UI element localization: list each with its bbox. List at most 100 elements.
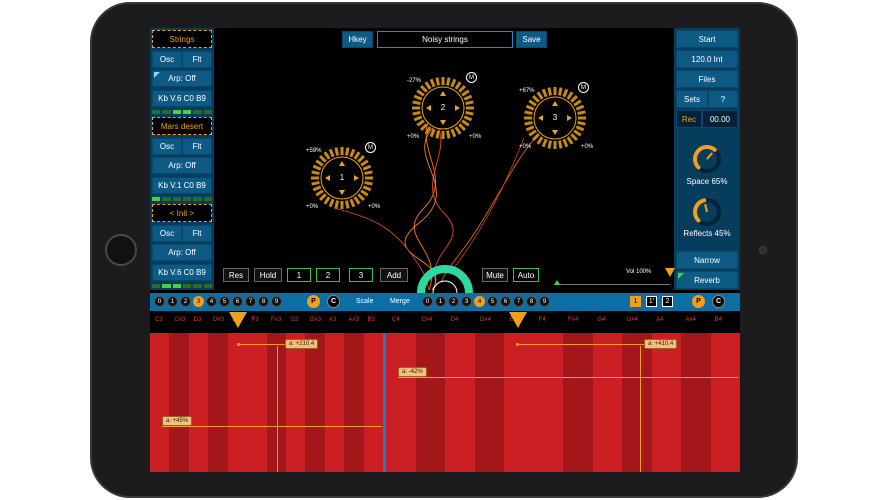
scale-note-left-notes-2[interactable]: 2 — [180, 296, 191, 307]
scale-note-right-notes-3[interactable]: 3 — [461, 296, 472, 307]
scale-note-right-notes-7[interactable]: 7 — [513, 296, 524, 307]
octave-marker-right-icon[interactable] — [509, 312, 527, 328]
key-C3[interactable] — [150, 333, 170, 472]
keyboard-right[interactable] — [386, 333, 740, 472]
scale-note-left-notes-1[interactable]: 1 — [167, 296, 178, 307]
key-B4[interactable] — [710, 333, 740, 472]
voice-2-button[interactable]: 2 — [316, 268, 340, 282]
key-G3[interactable] — [285, 333, 306, 472]
scale-note-left-notes-0[interactable]: 0 — [154, 296, 165, 307]
voice-1[interactable]: 1 — [310, 146, 374, 210]
scale-note-left-notes-7[interactable]: 7 — [245, 296, 256, 307]
space-knob[interactable] — [691, 143, 723, 175]
narrow-button[interactable]: Narrow — [676, 251, 738, 269]
osc-button-3[interactable]: Osc — [152, 225, 182, 242]
scale-note-left-notes-8[interactable]: 8 — [258, 296, 269, 307]
key-E4[interactable] — [504, 333, 534, 472]
mute-button[interactable]: Mute — [482, 268, 508, 282]
voice-id: 3 — [552, 113, 558, 122]
key-F3[interactable] — [247, 333, 267, 472]
scale-note-right-notes-5[interactable]: 5 — [487, 296, 498, 307]
files-button[interactable]: Files — [676, 70, 738, 88]
arp-button-1[interactable]: Arp: Off — [152, 70, 212, 87]
key-F4[interactable] — [533, 333, 563, 472]
scale-note-right-notes-6[interactable]: 6 — [500, 296, 511, 307]
voice-2[interactable]: 2 — [411, 76, 475, 140]
voice-1-m-button[interactable]: M — [365, 142, 376, 153]
key-C4[interactable] — [386, 333, 416, 472]
voice-3-button[interactable]: 3 — [349, 268, 373, 282]
key-Asharp3[interactable] — [344, 333, 364, 472]
voice-1-button[interactable]: 1 — [287, 268, 311, 282]
voice-3[interactable]: 3 — [523, 86, 587, 150]
auto-button[interactable]: Auto — [513, 268, 539, 282]
scale-note-right-notes-8[interactable]: 8 — [526, 296, 537, 307]
group-name-mars-desert[interactable]: Mars desert — [152, 117, 212, 135]
osc-button-2[interactable]: Osc — [152, 138, 182, 155]
scale-note-right-notes-2[interactable]: 2 — [448, 296, 459, 307]
scale-note-right-notes-4[interactable]: 4 — [474, 296, 485, 307]
key-Gsharp3[interactable] — [305, 333, 325, 472]
scale-note-left-notes-3[interactable]: 3 — [193, 296, 204, 307]
rec-button[interactable]: Rec — [676, 110, 702, 128]
voice-2-m-button[interactable]: M — [466, 72, 477, 83]
scale-note-right-notes-0[interactable]: 0 — [422, 296, 433, 307]
flt-button-2[interactable]: Flt — [182, 138, 212, 155]
kb-button-2[interactable]: Kb V.1 C0 B9 — [152, 177, 212, 194]
kb-button-3[interactable]: Kb V.6 C0 B9 — [152, 264, 212, 281]
key-B3[interactable] — [363, 333, 384, 472]
sets-button[interactable]: Sets — [676, 90, 708, 108]
arp-button-3[interactable]: Arp: Off — [152, 244, 212, 261]
start-button[interactable]: Start — [676, 30, 738, 48]
p-button-left[interactable]: P — [307, 295, 320, 308]
key-Asharp4[interactable] — [681, 333, 711, 472]
key-A4[interactable] — [651, 333, 681, 472]
keyboard-left[interactable] — [150, 333, 384, 472]
group-name-init[interactable]: < Init > — [152, 204, 212, 222]
scale-note-right-notes-9[interactable]: 9 — [539, 296, 550, 307]
c-button-left[interactable]: C — [327, 295, 340, 308]
key-Gsharp4[interactable] — [622, 333, 652, 472]
key-Dsharp3[interactable] — [208, 333, 228, 472]
c-button-right[interactable]: C — [712, 295, 725, 308]
scale-note-left-notes-6[interactable]: 6 — [232, 296, 243, 307]
arp-button-2[interactable]: Arp: Off — [152, 157, 212, 174]
res-button[interactable]: Res — [223, 268, 249, 282]
scale-label[interactable]: Scale — [356, 298, 374, 305]
box-2[interactable]: 2 — [662, 296, 673, 307]
osc-button-1[interactable]: Osc — [152, 51, 182, 68]
help-button[interactable]: ? — [708, 90, 738, 108]
volume-slider-track[interactable] — [554, 284, 670, 285]
key-D4[interactable] — [445, 333, 475, 472]
note-name: D#3 — [213, 317, 225, 323]
reverb-button[interactable]: Reverb — [676, 271, 738, 289]
home-button[interactable] — [105, 234, 137, 266]
key-G4[interactable] — [592, 333, 622, 472]
hold-button[interactable]: Hold — [254, 268, 282, 282]
flt-button-1[interactable]: Flt — [182, 51, 212, 68]
key-Fsharp4[interactable] — [563, 333, 593, 472]
key-Dsharp4[interactable] — [474, 333, 504, 472]
octave-marker-left-icon[interactable] — [229, 312, 247, 328]
key-E3[interactable] — [227, 333, 248, 472]
box-1[interactable]: 1 — [630, 296, 641, 307]
reflects-knob[interactable] — [691, 196, 723, 228]
group-name-strings[interactable]: Strings — [152, 30, 212, 48]
voice-3-m-button[interactable]: M — [578, 82, 589, 93]
key-Csharp3[interactable] — [169, 333, 189, 472]
key-Csharp4[interactable] — [415, 333, 445, 472]
flt-button-3[interactable]: Flt — [182, 225, 212, 242]
scale-note-left-notes-9[interactable]: 9 — [271, 296, 282, 307]
merge-label[interactable]: Merge — [390, 298, 410, 305]
volume-thumb-icon[interactable] — [665, 268, 675, 277]
key-A3[interactable] — [324, 333, 345, 472]
key-D3[interactable] — [188, 333, 209, 472]
p-button-right[interactable]: P — [692, 295, 705, 308]
scale-note-right-notes-1[interactable]: 1 — [435, 296, 446, 307]
add-button[interactable]: Add — [380, 268, 408, 282]
tempo-button[interactable]: 120.0 Int — [676, 50, 738, 68]
kb-button-1[interactable]: Kb V.6 C0 B9 — [152, 90, 212, 107]
scale-note-left-notes-4[interactable]: 4 — [206, 296, 217, 307]
box-1-prime[interactable]: 1' — [646, 296, 657, 307]
scale-note-left-notes-5[interactable]: 5 — [219, 296, 230, 307]
